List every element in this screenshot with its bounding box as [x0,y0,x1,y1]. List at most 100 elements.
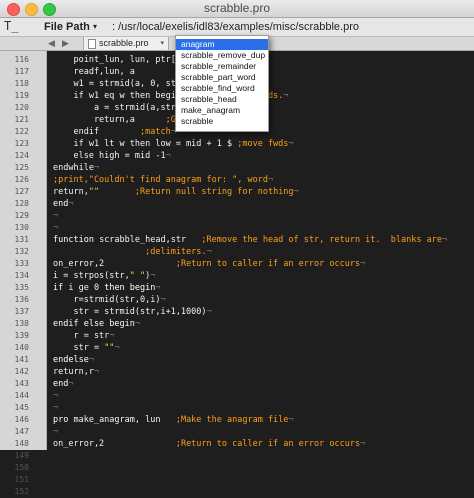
code-line[interactable]: ¬ [53,390,58,402]
gutter-row: 120 [0,102,46,114]
code-token: endwhile [53,163,94,173]
code-token: function [53,235,94,245]
code-line[interactable]: on_error,2 ;Return to caller if an error… [53,438,365,450]
code-line[interactable]: end¬ [53,198,73,210]
code-token: " " [129,271,146,281]
chevron-down-icon[interactable]: ▾ [160,37,164,50]
menu-item-scrabble-find-word[interactable]: scrabble_find_word [176,83,268,94]
gutter-row: 150 [0,462,46,474]
code-line[interactable]: function scrabble_head,str ;Remove the h… [53,234,447,246]
menu-item-scrabble-remainder[interactable]: scrabble_remainder [176,61,268,72]
code-line[interactable]: r = str¬ [53,330,114,342]
code-line[interactable]: readf,lun, a [53,66,134,78]
code-line[interactable]: str = ""¬ [53,342,119,354]
text-tool-icon[interactable]: T_ [4,19,18,33]
file-tab-scrabble[interactable]: scrabble.pro ▾ [83,37,169,50]
code-token: "" [104,343,115,353]
code-token: end [53,379,69,389]
code-line[interactable]: on_error,2 ;Return to caller if an error… [53,258,365,270]
line-number: 130 [14,223,29,232]
code-token: ;delimiters. [145,247,207,257]
menu-item-scrabble-head[interactable]: scrabble_head [176,94,268,105]
code-token: ;Return null string for nothing [134,187,294,197]
code-token: if [53,283,64,293]
code-line[interactable]: pro make_anagram, lun ;Make the anagram … [53,414,294,426]
line-number: 118 [14,79,29,88]
code-token: str = strmid(str,i+1,1000) [53,307,207,317]
line-end-marker: ¬ [288,139,294,149]
gutter-row: 124 [0,150,46,162]
menu-item-scrabble[interactable]: scrabble [176,116,268,127]
gutter-row: 131 [0,234,46,246]
back-arrow-icon[interactable]: ◀ [48,37,55,50]
code-line[interactable]: a = strmid(a,str¬ [53,102,181,114]
code-line[interactable]: endwhile¬ [53,162,99,174]
code-token: return, [53,187,89,197]
line-number: 120 [14,103,29,112]
line-end-marker: ¬ [206,247,212,257]
file-path-chevron-icon[interactable]: ▾ [93,18,97,36]
forward-arrow-icon[interactable]: ▶ [62,37,69,50]
routine-dropdown-menu: anagram scrabble_remove_dup scrabble_remai… [175,35,269,132]
code-line[interactable]: ¬ [53,426,58,438]
line-number: 134 [14,271,29,280]
code-line[interactable]: ¬ [53,402,58,414]
gutter-row: 129 [0,210,46,222]
menu-item-anagram[interactable]: anagram [176,39,268,50]
line-number: 147 [14,427,29,436]
line-end-marker: ¬ [160,295,166,305]
code-token: r=strmid(str,0,i) [53,295,161,305]
code-line[interactable]: if i ge 0 then begin¬ [53,282,161,294]
gutter-row: 121 [0,114,46,126]
line-number: 124 [14,151,29,160]
code-token: if w1 lt w then low = mid + 1 $ [53,139,238,149]
menu-item-make-anagram[interactable]: make_anagram [176,105,268,116]
code-line[interactable]: ¬ [53,222,58,234]
line-end-marker: ¬ [360,439,366,449]
gutter-row: 152 [0,486,46,498]
code-line[interactable]: return,r¬ [53,366,99,378]
line-end-marker: ¬ [53,223,59,233]
line-number: 116 [14,55,29,64]
code-token: on_error,2 [53,259,176,269]
code-line[interactable]: else high = mid -1¬ [53,150,171,162]
code-line[interactable]: end¬ [53,378,73,390]
code-line[interactable]: return,a ;Got¬ [53,114,191,126]
code-line[interactable]: return,"" ;Return null string for nothin… [53,186,299,198]
code-line[interactable]: ;delimiters.¬ [53,246,212,258]
gutter-row: 142 [0,366,46,378]
line-number: 152 [14,487,29,496]
line-number: 132 [14,247,29,256]
code-line[interactable]: endif ;match¬ [53,126,175,138]
document-icon [88,39,96,49]
gutter-row: 135 [0,282,46,294]
line-number: 145 [14,403,29,412]
line-number: 138 [14,319,29,328]
line-number-gutter: 116 117 118 119 120 121 122 123 124 125 126 127 128 1… [0,51,47,496]
line-end-marker: ¬ [165,151,171,161]
gutter-row: 139 [0,330,46,342]
line-end-marker: ¬ [53,427,59,437]
line-number: 117 [14,67,29,76]
line-number: 141 [14,355,29,364]
menu-item-scrabble-part-word[interactable]: scrabble_part_word [176,72,268,83]
code-line[interactable]: endelse¬ [53,354,94,366]
line-number: 140 [14,343,29,352]
gutter-row: 140 [0,342,46,354]
code-line[interactable]: i = strpos(str," ")¬ [53,270,155,282]
menu-item-scrabble-remove-dup[interactable]: scrabble_remove_dup [176,50,268,61]
line-end-marker: ¬ [93,163,100,173]
line-end-marker: ¬ [68,199,74,209]
code-token: endelse [53,355,89,365]
code-line[interactable]: r=strmid(str,0,i)¬ [53,294,166,306]
code-line[interactable]: if w1 lt w then low = mid + 1 $ ;move fw… [53,138,294,150]
code-line[interactable]: ¬ [53,210,58,222]
file-path-label[interactable]: File Path [44,18,90,36]
code-line[interactable]: endif else begin¬ [53,318,140,330]
code-line[interactable]: str = strmid(str,i+1,1000)¬ [53,306,211,318]
code-line[interactable]: ;print,"Couldn't find anagram for: ", wo… [53,174,273,186]
line-end-marker: ¬ [155,283,161,293]
code-token: "" [88,187,100,197]
code-line[interactable]: point_lun, lun, ptr[ [53,54,175,66]
